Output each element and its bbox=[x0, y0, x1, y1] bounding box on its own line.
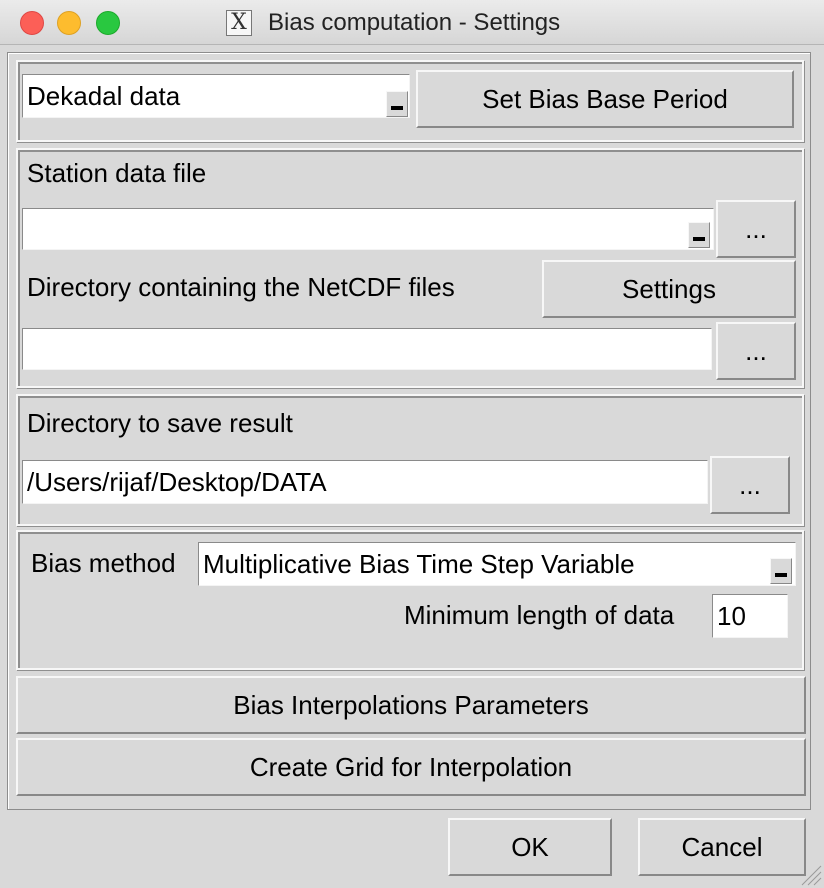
data-type-select[interactable]: Dekadal data bbox=[22, 74, 410, 118]
save-directory-input[interactable]: /Users/rijaf/Desktop/DATA bbox=[22, 460, 708, 504]
bias-method-dropdown-arrow-icon[interactable] bbox=[770, 558, 792, 584]
ok-button[interactable]: OK bbox=[448, 818, 612, 876]
bias-method-label: Bias method bbox=[31, 548, 176, 578]
netcdf-directory-input[interactable] bbox=[22, 328, 712, 370]
zoom-window-button[interactable] bbox=[96, 11, 120, 35]
save-directory-browse-button[interactable]: ... bbox=[710, 456, 790, 514]
station-data-file-label: Station data file bbox=[27, 158, 207, 188]
netcdf-settings-button[interactable]: Settings bbox=[542, 260, 796, 318]
netcdf-directory-label: Directory containing the NetCDF files bbox=[27, 272, 455, 302]
netcdf-browse-button[interactable]: ... bbox=[716, 322, 796, 380]
cancel-button[interactable]: Cancel bbox=[638, 818, 806, 876]
save-directory-label: Directory to save result bbox=[27, 408, 293, 438]
bias-interpolation-parameters-button[interactable]: Bias Interpolations Parameters bbox=[16, 676, 806, 734]
close-window-button[interactable] bbox=[20, 11, 44, 35]
x11-icon: X bbox=[226, 10, 252, 36]
window-title-group: X Bias computation - Settings bbox=[226, 8, 560, 38]
set-bias-base-period-button[interactable]: Set Bias Base Period bbox=[416, 70, 794, 128]
create-grid-button[interactable]: Create Grid for Interpolation bbox=[16, 738, 806, 796]
min-length-label: Minimum length of data bbox=[404, 600, 675, 630]
station-file-browse-button[interactable]: ... bbox=[716, 200, 796, 258]
bias-method-selected: Multiplicative Bias Time Step Variable bbox=[203, 548, 635, 579]
station-file-dropdown-arrow-icon[interactable] bbox=[688, 222, 710, 248]
minimize-window-button[interactable] bbox=[57, 11, 81, 35]
window-title: Bias computation - Settings bbox=[268, 9, 561, 36]
data-type-selected: Dekadal data bbox=[27, 80, 181, 111]
bias-method-select[interactable]: Multiplicative Bias Time Step Variable bbox=[198, 542, 796, 586]
station-data-file-select[interactable] bbox=[22, 208, 714, 250]
resize-grip-icon[interactable] bbox=[798, 862, 822, 886]
data-type-dropdown-arrow-icon[interactable] bbox=[386, 91, 408, 117]
title-bar[interactable]: X Bias computation - Settings bbox=[0, 0, 824, 45]
min-length-input[interactable]: 10 bbox=[712, 594, 788, 638]
